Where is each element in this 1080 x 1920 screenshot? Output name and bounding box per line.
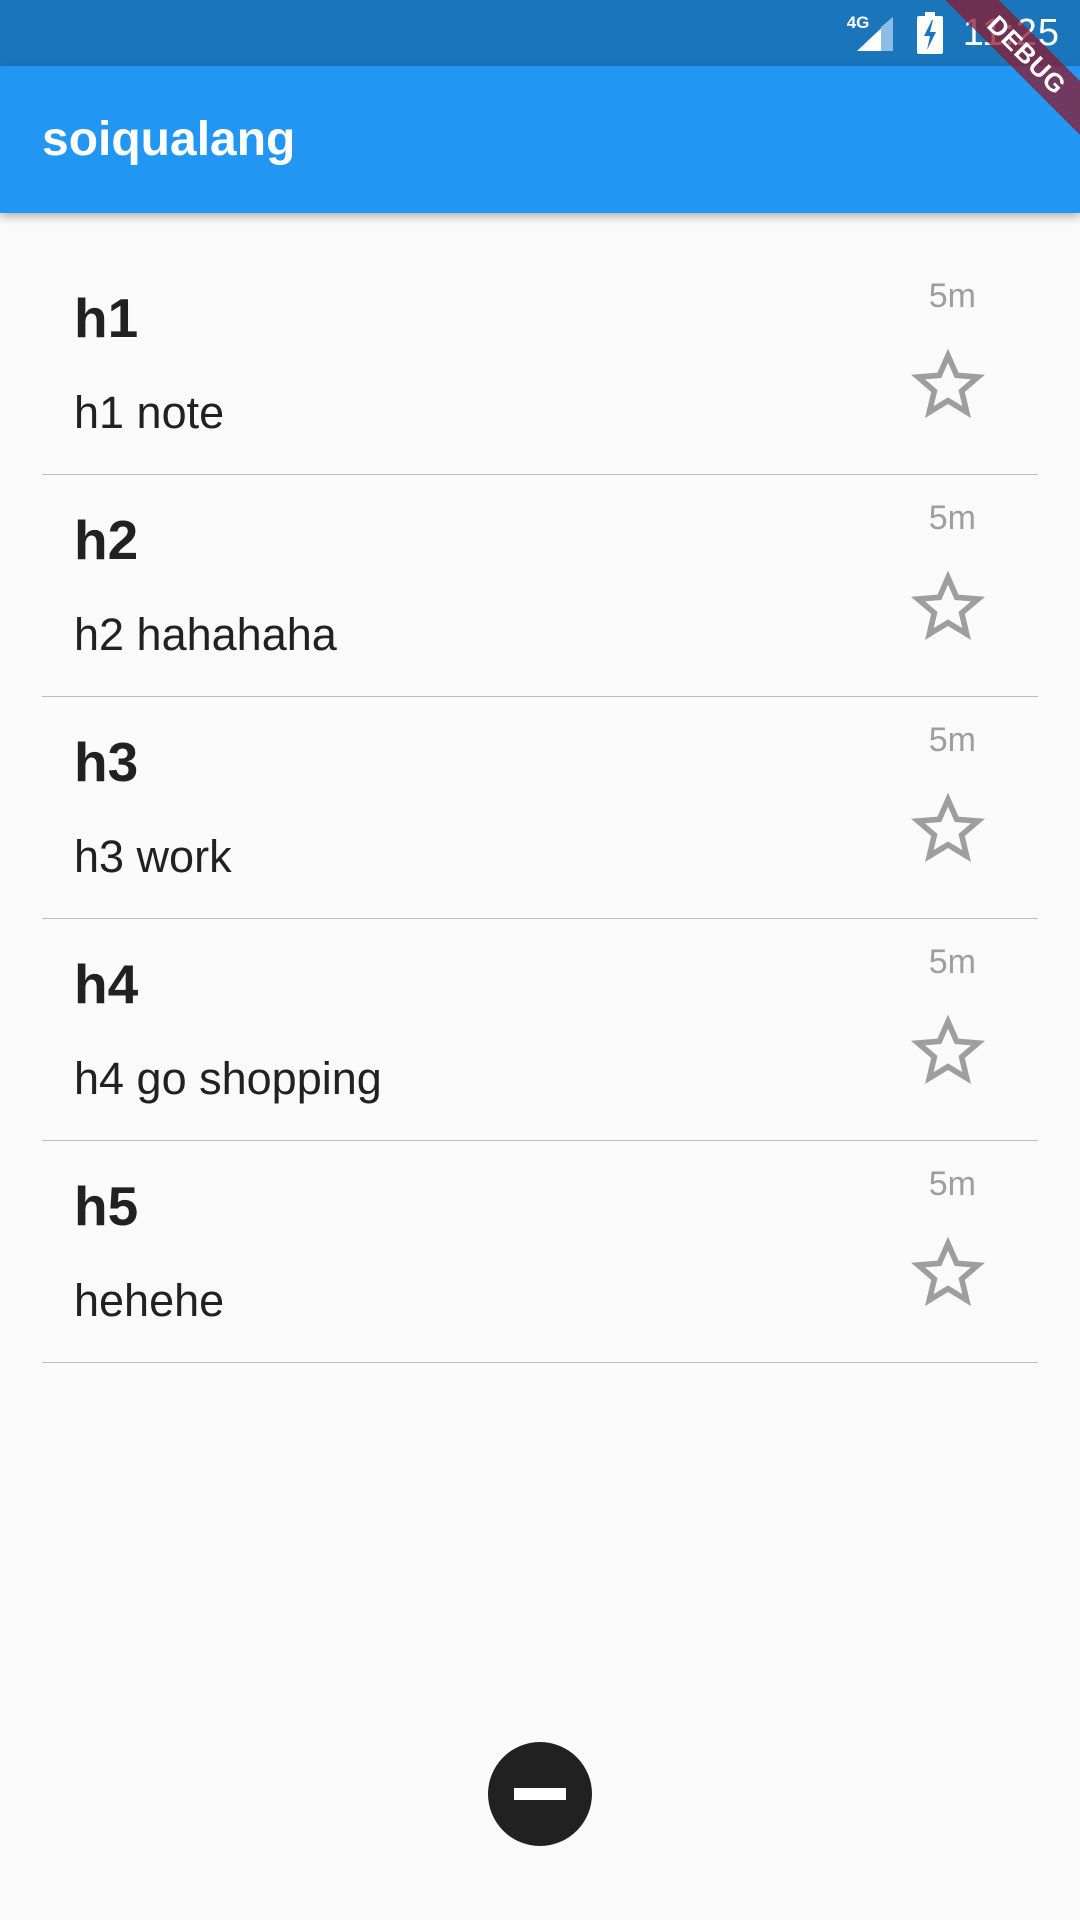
note-body: hehehe — [74, 1275, 225, 1326]
note-time: 5m — [928, 943, 976, 981]
note-time: 5m — [928, 277, 976, 315]
star-outline-icon[interactable] — [908, 789, 988, 869]
note-item[interactable]: h4 h4 go shopping 5m — [42, 919, 1038, 1141]
note-title: h2 — [74, 509, 139, 571]
remove-button[interactable] — [488, 1742, 592, 1846]
note-title: h3 — [74, 731, 139, 793]
note-item[interactable]: h3 h3 work 5m — [42, 697, 1038, 919]
note-time: 5m — [928, 721, 976, 759]
note-title: h5 — [74, 1175, 139, 1237]
status-bar: 4G 11:25 — [0, 0, 1080, 66]
note-body: h3 work — [74, 831, 232, 882]
note-time: 5m — [928, 1165, 976, 1203]
note-body: h4 go shopping — [74, 1053, 382, 1104]
signal-icon: 4G — [847, 13, 897, 53]
note-body: h1 note — [74, 387, 225, 438]
star-outline-icon[interactable] — [908, 567, 988, 647]
app-bar: soiqualang — [0, 66, 1080, 213]
app-title: soiqualang — [42, 113, 296, 166]
note-item[interactable]: h1 h1 note 5m — [42, 253, 1038, 475]
app-screen: 4G 11:25 soiqualang DEBUG h1 h1 note 5m — [0, 0, 1080, 1920]
note-item[interactable]: h2 h2 hahahaha 5m — [42, 475, 1038, 697]
note-title: h4 — [74, 953, 139, 1015]
star-outline-icon[interactable] — [908, 1011, 988, 1091]
note-list: h1 h1 note 5m h2 h2 hahahaha 5m h3 h3 wo… — [42, 253, 1038, 1363]
note-title: h1 — [74, 287, 139, 349]
star-outline-icon[interactable] — [908, 345, 988, 425]
remove-circle-icon — [514, 1788, 566, 1800]
battery-charging-icon — [916, 12, 943, 54]
note-body: h2 hahahaha — [74, 609, 337, 660]
note-item[interactable]: h5 hehehe 5m — [42, 1141, 1038, 1363]
star-outline-icon[interactable] — [908, 1233, 988, 1313]
note-time: 5m — [928, 499, 976, 537]
